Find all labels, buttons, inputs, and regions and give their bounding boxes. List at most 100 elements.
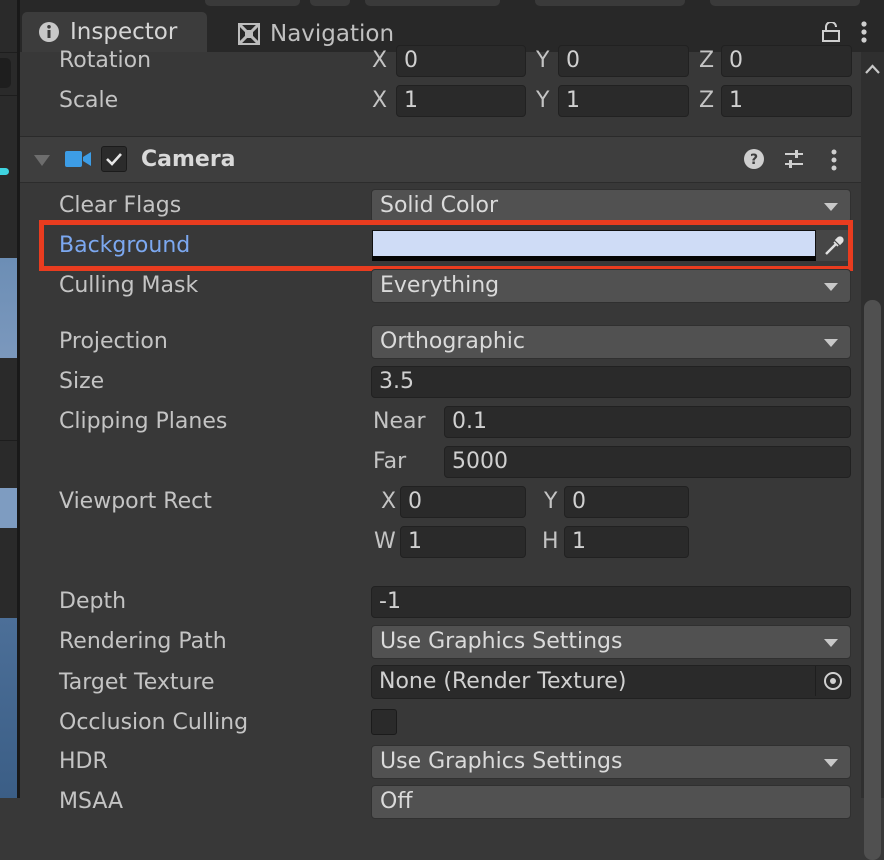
viewport-rect-label: Viewport Rect xyxy=(59,489,212,514)
rotation-x-axis[interactable]: X xyxy=(372,41,387,81)
dropdown-arrow-icon xyxy=(824,639,838,647)
rendering-path-dropdown[interactable]: Use Graphics Settings xyxy=(371,625,851,659)
background-highlight-box xyxy=(39,220,853,271)
culling-mask-dropdown[interactable]: Everything xyxy=(371,269,851,303)
scale-z-field[interactable]: 1 xyxy=(721,85,852,117)
divider xyxy=(0,95,17,96)
far-label[interactable]: Far xyxy=(373,442,406,482)
rotation-x-field[interactable]: 0 xyxy=(396,45,526,77)
occlusion-culling-row: Occlusion Culling xyxy=(20,703,861,743)
projection-label: Projection xyxy=(59,329,168,354)
hdr-value: Use Graphics Settings xyxy=(380,749,623,774)
depth-row: Depth -1 xyxy=(20,582,861,622)
tab-edge xyxy=(710,0,860,6)
viewport-x-axis[interactable]: X xyxy=(381,482,396,522)
viewport-x-field[interactable]: 0 xyxy=(400,486,526,518)
presets-icon[interactable] xyxy=(783,148,805,176)
rotation-z-field[interactable]: 0 xyxy=(721,45,852,77)
scroll-up-icon[interactable] xyxy=(864,62,881,76)
viewport-w-axis[interactable]: W xyxy=(374,522,396,562)
rotation-y-field[interactable]: 0 xyxy=(558,45,689,77)
rendering-path-row: Rendering Path Use Graphics Settings xyxy=(20,622,861,662)
occlusion-culling-label: Occlusion Culling xyxy=(59,710,249,735)
checkmark-icon xyxy=(106,153,122,166)
near-label[interactable]: Near xyxy=(373,402,426,442)
viewport-w-field[interactable]: 1 xyxy=(400,526,526,558)
far-field[interactable]: 5000 xyxy=(444,446,851,478)
projection-value: Orthographic xyxy=(380,329,525,354)
camera-component-header[interactable]: Camera ? xyxy=(20,136,861,183)
tab-edge xyxy=(310,0,350,6)
foldout-arrow-icon[interactable] xyxy=(34,155,50,166)
dropdown-arrow-icon xyxy=(824,759,838,767)
hdr-dropdown[interactable]: Use Graphics Settings xyxy=(371,745,851,779)
viewport-y-field[interactable]: 0 xyxy=(564,486,689,518)
help-icon[interactable]: ? xyxy=(743,148,765,176)
depth-field[interactable]: -1 xyxy=(371,586,851,618)
hdr-label: HDR xyxy=(59,749,108,774)
size-row: Size 3.5 xyxy=(20,362,861,402)
hdr-row: HDR Use Graphics Settings xyxy=(20,742,861,782)
culling-mask-row: Culling Mask Everything xyxy=(20,266,861,306)
rotation-y-axis[interactable]: Y xyxy=(536,41,549,81)
msaa-row: MSAA Off xyxy=(20,782,861,822)
dropdown-arrow-icon xyxy=(824,203,838,211)
viewport-h-field[interactable]: 1 xyxy=(564,526,689,558)
target-texture-row: Target Texture None (Render Texture) xyxy=(20,663,861,703)
object-picker-icon xyxy=(824,672,842,690)
target-texture-label: Target Texture xyxy=(59,670,215,695)
scale-label: Scale xyxy=(59,88,119,113)
occlusion-culling-checkbox[interactable] xyxy=(371,709,397,735)
culling-mask-label: Culling Mask xyxy=(59,273,199,298)
size-field[interactable]: 3.5 xyxy=(371,366,851,398)
info-icon xyxy=(38,21,60,43)
svg-text:?: ? xyxy=(750,152,758,168)
scale-y-axis[interactable]: Y xyxy=(536,81,549,121)
scale-x-field[interactable]: 1 xyxy=(396,85,526,117)
rotation-label: Rotation xyxy=(59,48,152,73)
clear-flags-dropdown[interactable]: Solid Color xyxy=(371,189,851,223)
scene-view-edge xyxy=(0,0,17,798)
camera-enabled-checkbox[interactable] xyxy=(101,146,127,172)
viewport-rect-wh-row: W 1 H 1 xyxy=(20,522,861,562)
msaa-dropdown[interactable]: Off xyxy=(371,785,851,819)
target-texture-field[interactable]: None (Render Texture) xyxy=(371,665,851,699)
msaa-value: Off xyxy=(380,789,413,814)
inspector-content: Rotation X 0 Y 0 Z 0 Scale X 1 Y 1 Z 1 C… xyxy=(20,45,861,819)
scene-preview xyxy=(0,258,17,358)
scrollbar-thumb[interactable] xyxy=(864,300,881,860)
clipping-planes-near-row: Clipping Planes Near 0.1 xyxy=(20,402,861,442)
vertical-scrollbar[interactable] xyxy=(861,52,884,860)
scene-preview xyxy=(0,618,17,798)
culling-mask-value: Everything xyxy=(380,273,500,298)
msaa-label: MSAA xyxy=(59,789,124,814)
scale-z-axis[interactable]: Z xyxy=(699,81,714,121)
divider xyxy=(0,52,17,53)
more-options-icon[interactable] xyxy=(860,20,868,50)
camera-icon xyxy=(64,149,92,175)
scale-y-field[interactable]: 1 xyxy=(558,85,689,117)
scale-row: Scale X 1 Y 1 Z 1 xyxy=(20,81,861,121)
rendering-path-label: Rendering Path xyxy=(59,629,227,654)
viewport-rect-xy-row: Viewport Rect X 0 Y 0 xyxy=(20,482,861,522)
size-label: Size xyxy=(59,369,105,394)
dropdown-arrow-icon xyxy=(824,283,838,291)
projection-dropdown[interactable]: Orthographic xyxy=(371,325,851,359)
component-menu-icon[interactable] xyxy=(830,148,838,178)
viewport-h-axis[interactable]: H xyxy=(542,522,559,562)
rotation-z-axis[interactable]: Z xyxy=(699,41,714,81)
camera-component-title: Camera xyxy=(141,147,236,172)
clipping-planes-label: Clipping Planes xyxy=(59,409,228,434)
dropdown-arrow-icon xyxy=(824,339,838,347)
rotation-row: Rotation X 0 Y 0 Z 0 xyxy=(20,41,861,81)
viewport-y-axis[interactable]: Y xyxy=(544,482,557,522)
clipping-planes-far-row: Far 5000 xyxy=(20,442,861,482)
selection-indicator xyxy=(0,168,9,175)
target-texture-value: None (Render Texture) xyxy=(379,669,627,694)
scale-x-axis[interactable]: X xyxy=(372,81,387,121)
near-field[interactable]: 0.1 xyxy=(444,406,851,438)
object-picker-button[interactable] xyxy=(815,666,850,696)
tab-edge xyxy=(365,0,500,6)
clear-flags-value: Solid Color xyxy=(380,193,499,218)
scene-preview xyxy=(0,488,17,528)
